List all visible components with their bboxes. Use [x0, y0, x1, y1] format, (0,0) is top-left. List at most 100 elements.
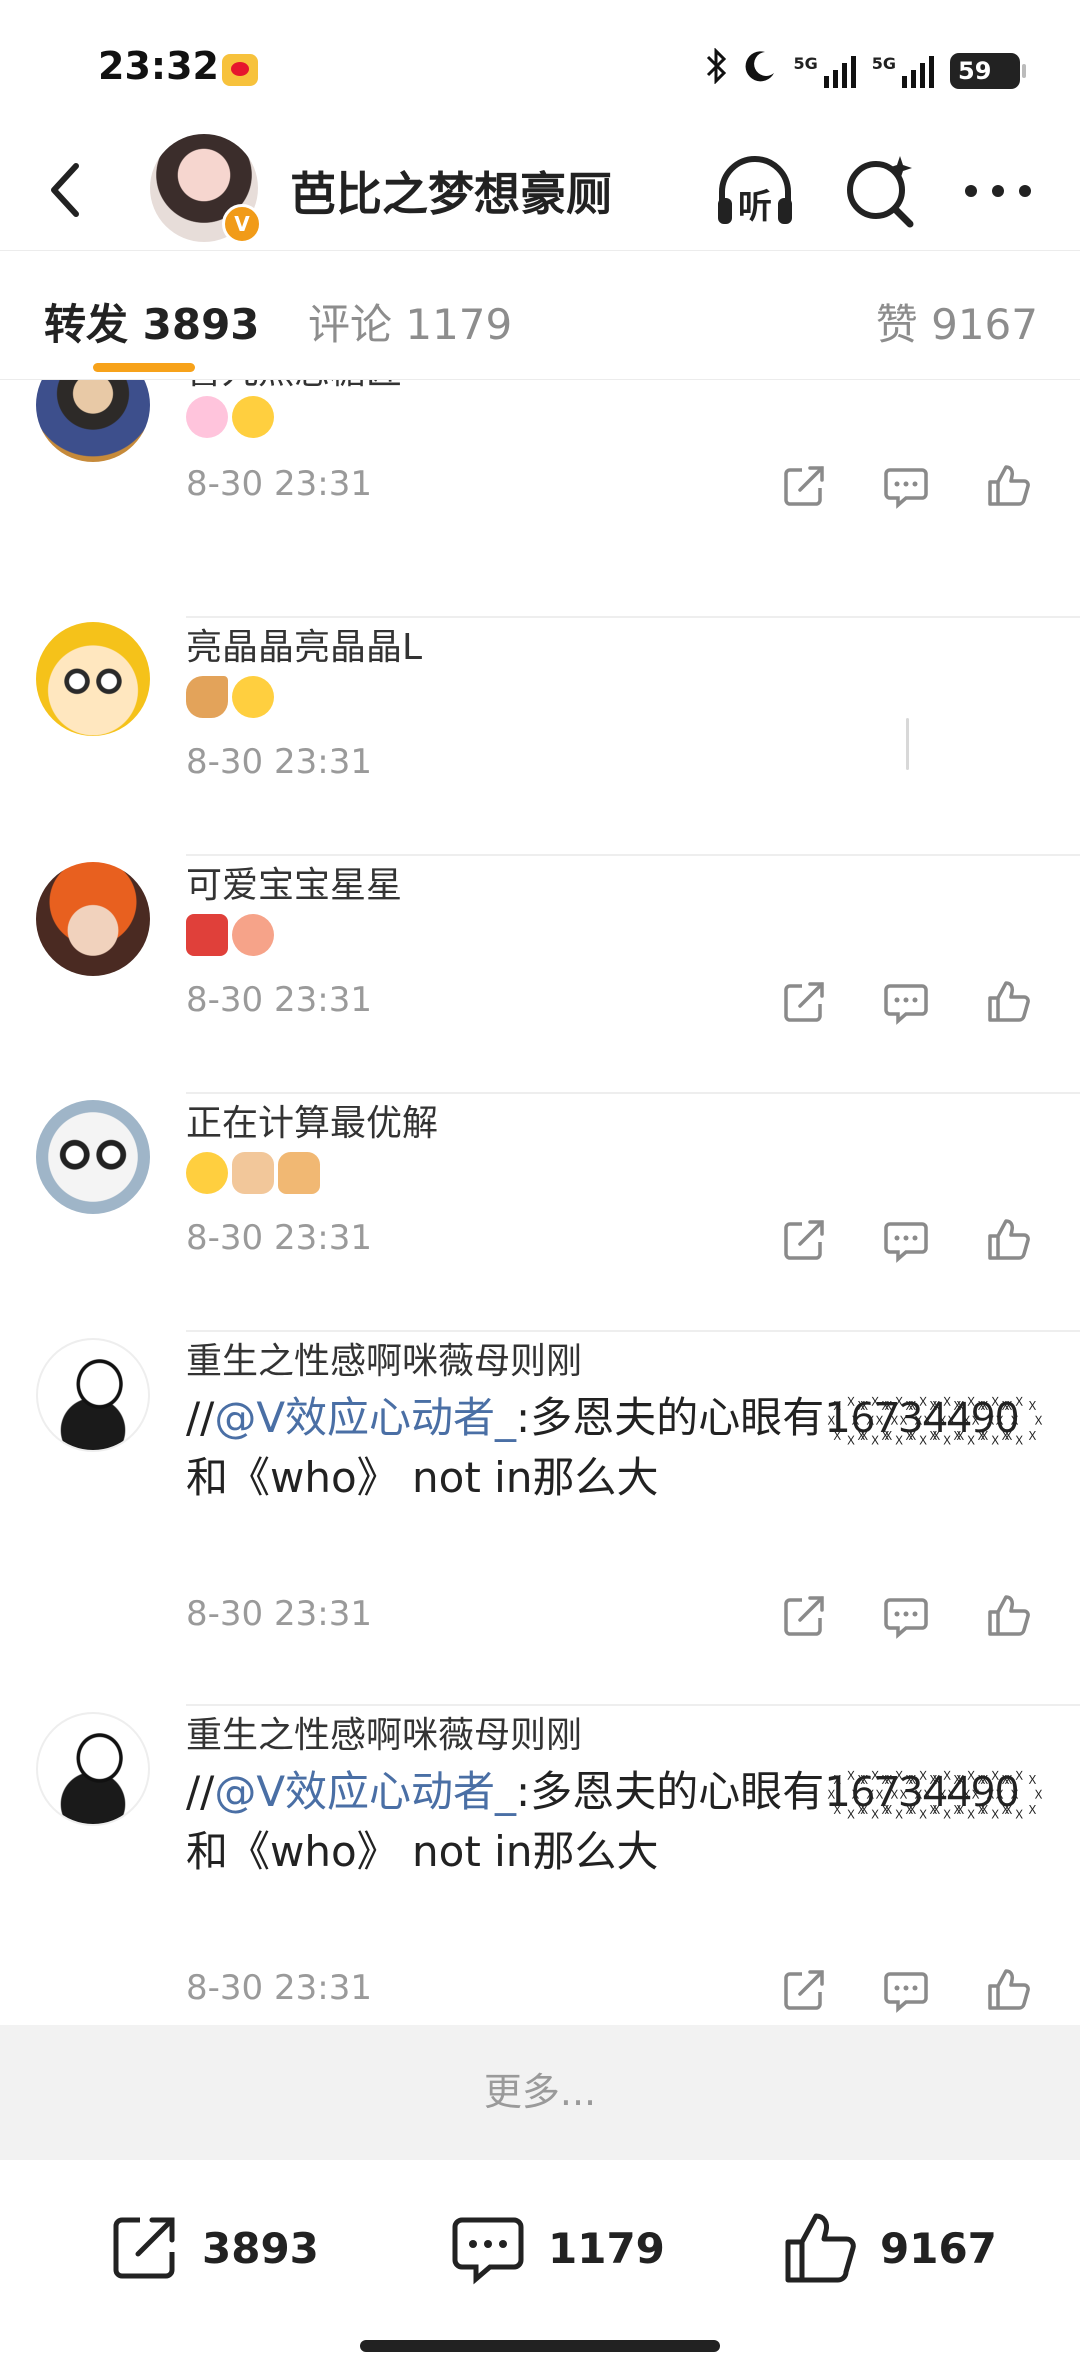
- battery-icon: 59: [950, 52, 1026, 89]
- network-type-2: 5G: [871, 53, 896, 73]
- username[interactable]: 正在计算最优解: [186, 1094, 438, 1146]
- repost-prefix: //: [186, 1767, 215, 1816]
- user-avatar[interactable]: [36, 1712, 150, 1826]
- verified-badge-icon: V: [222, 204, 262, 244]
- status-bar: 23:32 5G 5G 59: [0, 0, 1080, 130]
- comment-button[interactable]: 1179: [448, 2208, 665, 2288]
- emoji-row: [186, 914, 274, 966]
- timestamp: 8-30 23:31: [186, 980, 372, 1020]
- timestamp: 8-30 23:31: [186, 1968, 372, 2008]
- mention-link[interactable]: @V效应心动者_: [214, 1767, 516, 1816]
- grin-emoji-icon: [232, 396, 274, 438]
- list-item: 重生之性感啊咪薇母则刚 //@V效应心动者_:多恩夫的心眼有1꙰6꙰7꙰3꙰4꙰…: [0, 1332, 1080, 1706]
- share-icon[interactable]: [780, 462, 828, 510]
- share-icon[interactable]: [780, 978, 828, 1026]
- like-button[interactable]: 9167: [780, 2208, 997, 2288]
- signal-5g-icon-2: 5G: [872, 54, 934, 88]
- user-avatar[interactable]: [36, 862, 150, 976]
- svg-text:听: 听: [738, 187, 772, 227]
- active-tab-indicator: [93, 363, 195, 372]
- tab-repost[interactable]: 转发 3893: [44, 291, 260, 352]
- repost-text: //@V效应心动者_:多恩夫的心眼有1꙰6꙰7꙰3꙰4꙰4꙰9꙰0꙰和《who》…: [186, 1388, 1046, 1508]
- share-icon: [113, 2217, 175, 2279]
- action-row: [780, 456, 1050, 516]
- timestamp: 8-30 23:31: [186, 1594, 372, 1634]
- comment-icon: [452, 2217, 524, 2285]
- repost-prefix: //: [186, 1393, 215, 1442]
- mention-link[interactable]: @V效应心动者_: [214, 1393, 516, 1442]
- comment-icon[interactable]: [882, 1216, 930, 1264]
- moon-icon: [743, 49, 777, 92]
- status-icons: 5G 5G 59: [705, 47, 1026, 93]
- like-icon: [785, 2213, 856, 2283]
- emoji-row: [186, 1152, 320, 1204]
- headphones-icon: 听: [718, 156, 792, 227]
- action-row: [780, 972, 1050, 1032]
- more-button[interactable]: [955, 148, 1041, 234]
- page-title[interactable]: 芭比之梦想豪厕: [290, 158, 612, 224]
- share-icon[interactable]: [780, 1592, 828, 1640]
- comment-icon[interactable]: [882, 978, 930, 1026]
- back-button[interactable]: [40, 152, 100, 228]
- timestamp: 8-30 23:31: [186, 464, 372, 504]
- repost-text: //@V效应心动者_:多恩夫的心眼有1꙰6꙰7꙰3꙰4꙰4꙰9꙰0꙰和《who》…: [186, 1762, 1046, 1882]
- user-avatar[interactable]: [36, 380, 150, 462]
- share-icon[interactable]: [780, 1966, 828, 2014]
- status-time: 23:32: [98, 44, 219, 88]
- like-icon[interactable]: [984, 462, 1032, 510]
- username[interactable]: 亮晶晶亮晶晶L: [186, 618, 422, 670]
- bunny-emoji-icon: [186, 396, 228, 438]
- tab-comment[interactable]: 评论 1179: [308, 291, 512, 352]
- like-icon[interactable]: [984, 1592, 1032, 1640]
- timestamp: 8-30 23:31: [186, 1218, 372, 1258]
- user-avatar[interactable]: [36, 1100, 150, 1214]
- search-sparkle-icon: [847, 156, 914, 228]
- action-row: [780, 1960, 1050, 2020]
- username[interactable]: 可爱宝宝星星: [186, 856, 402, 908]
- battery-level: 59: [958, 56, 992, 85]
- comment-icon[interactable]: [882, 1592, 930, 1640]
- chevron-left-icon: [51, 163, 79, 217]
- top-nav: V 芭比之梦想豪厕 听: [0, 130, 1080, 250]
- ok-hand-emoji-icon: [232, 1152, 274, 1194]
- action-row: [780, 1210, 1050, 1270]
- timestamp: 8-30 23:31: [186, 742, 372, 782]
- tab-likes[interactable]: 赞 9167: [876, 291, 1038, 352]
- smile-emoji-icon: [186, 1152, 228, 1194]
- emoji-row: [186, 396, 274, 448]
- like-icon[interactable]: [984, 978, 1032, 1026]
- scrollbar-thumb[interactable]: [906, 718, 909, 770]
- repost-button[interactable]: 3893: [106, 2208, 319, 2288]
- username[interactable]: 重生之性感啊咪薇母则刚: [186, 1332, 582, 1384]
- home-indicator[interactable]: [360, 2340, 720, 2352]
- like-count: 9167: [880, 2223, 997, 2273]
- pig-emoji-icon: [232, 914, 274, 956]
- list-item: 重生之性感啊咪薇母则刚 //@V效应心动者_:多恩夫的心眼有1꙰6꙰7꙰3꙰4꙰…: [0, 1706, 1080, 2025]
- list-item: 可爱宝宝星星 8-30 23:31: [0, 856, 1080, 1094]
- user-avatar[interactable]: [36, 622, 150, 736]
- hand-emoji-icon: [186, 676, 228, 718]
- signal-5g-icon: 5G: [793, 54, 856, 88]
- cheers-emoji-icon: [186, 914, 228, 956]
- thumbs-up-emoji-icon: [278, 1152, 320, 1194]
- repost-list[interactable]: 喜九熙恋糖匠 8-30 23:31 亮晶晶亮晶晶L 8-30 23:31 可爱宝…: [0, 380, 1080, 2025]
- comment-icon[interactable]: [882, 462, 930, 510]
- search-button[interactable]: [838, 148, 924, 234]
- user-avatar[interactable]: [36, 1338, 150, 1452]
- share-icon[interactable]: [780, 1216, 828, 1264]
- username[interactable]: 重生之性感啊咪薇母则刚: [186, 1706, 582, 1758]
- like-icon[interactable]: [984, 1216, 1032, 1264]
- load-more-button[interactable]: 更多...: [0, 2025, 1080, 2160]
- list-item: 喜九熙恋糖匠 8-30 23:31: [0, 380, 1080, 618]
- weibo-notification-icon: [222, 54, 258, 86]
- listen-button[interactable]: 听: [712, 148, 798, 234]
- bluetooth-icon: [705, 47, 727, 93]
- bottom-action-bar: 3893 1179 9167: [0, 2160, 1080, 2373]
- like-icon[interactable]: [984, 1966, 1032, 2014]
- more-dots-icon: [965, 185, 1031, 197]
- list-item: 正在计算最优解 8-30 23:31: [0, 1094, 1080, 1332]
- username[interactable]: 喜九熙恋糖匠: [186, 380, 402, 394]
- list-item: 亮晶晶亮晶晶L 8-30 23:31: [0, 618, 1080, 856]
- comment-count: 1179: [548, 2223, 665, 2273]
- comment-icon[interactable]: [882, 1966, 930, 2014]
